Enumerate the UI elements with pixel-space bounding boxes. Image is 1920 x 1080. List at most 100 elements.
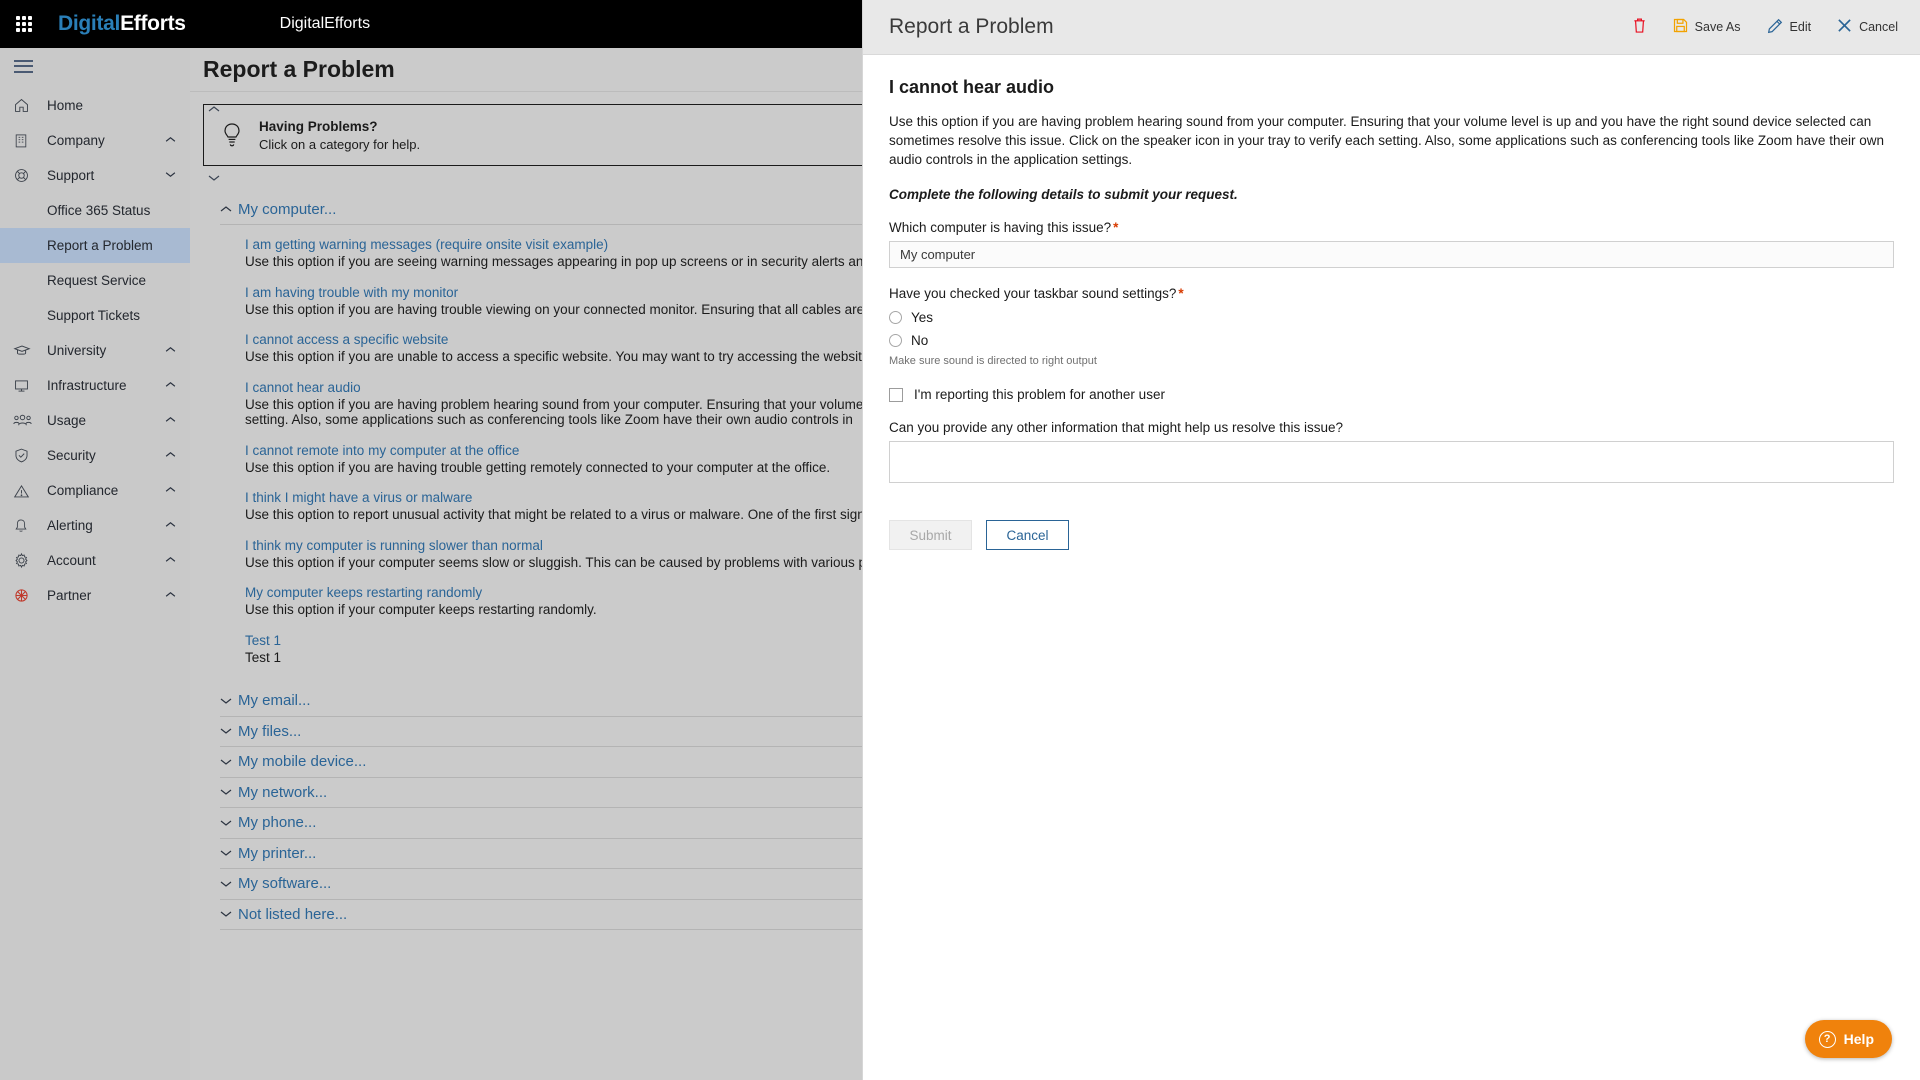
issue-description: Use this option if you are having proble… [889,114,1884,167]
chevron-up-icon [165,135,176,146]
sidebar-item-partner[interactable]: Partner [0,578,190,613]
chevron-up-icon [165,415,176,426]
delete-button[interactable] [1632,12,1647,42]
category-label: My network... [238,783,328,801]
category-label: My computer... [238,200,337,218]
sidebar-item-home[interactable]: Home [0,88,190,123]
radio-option-yes[interactable]: Yes [889,307,1894,327]
people-icon [13,411,37,431]
radio-circle-icon [889,333,902,347]
taskbar-sound-field-group: Have you checked your taskbar sound sett… [889,286,1894,367]
chevron-down-icon [220,846,238,860]
cancel-button[interactable]: Cancel [1837,12,1898,42]
drawer-header: Report a Problem Save As Edit Cancel [863,0,1920,55]
sidebar-item-usage[interactable]: Usage [0,403,190,438]
drawer-body: I cannot hear audio Use this option if y… [863,55,1920,550]
chevron-down-icon [220,755,238,769]
category-collapse-arrows [208,102,226,240]
sidebar-subitem-label: Support Tickets [47,308,141,323]
category-label: My software... [238,875,332,893]
sidebar-item-label: Home [47,98,84,113]
gear-icon [13,551,37,571]
help-button[interactable]: ? Help [1804,1020,1892,1058]
chevron-down-icon [220,907,238,921]
chevron-down-icon [220,694,238,708]
app-grid-icon[interactable] [0,0,48,48]
save-as-button[interactable]: Save As [1673,12,1741,42]
brand-logo[interactable]: DigitalEfforts [58,12,186,36]
chevron-up-icon [165,380,176,391]
close-x-icon [1837,18,1852,36]
sidebar: Home Company Support Office 365 Status R… [0,48,190,1080]
taskbar-sound-label: Have you checked your taskbar sound sett… [889,286,1894,301]
trash-icon [1632,17,1647,37]
form-cancel-button[interactable]: Cancel [986,520,1069,550]
chevron-up-icon [165,345,176,356]
sidebar-subitem-label: Request Service [47,273,147,288]
sidebar-item-company[interactable]: Company [0,123,190,158]
sidebar-item-university[interactable]: University [0,333,190,368]
radio-circle-icon [889,310,902,324]
sidebar-item-compliance[interactable]: Compliance [0,473,190,508]
another-user-checkbox-row[interactable]: I'm reporting this problem for another u… [889,387,1894,402]
sidebar-item-account[interactable]: Account [0,543,190,578]
sidebar-item-request-service[interactable]: Request Service [0,263,190,298]
form-button-row: Submit Cancel [889,520,1894,550]
hamburger-icon[interactable] [0,48,190,88]
sidebar-item-infrastructure[interactable]: Infrastructure [0,368,190,403]
radio-option-no[interactable]: No [889,330,1894,350]
category-label: My email... [238,692,311,710]
computer-field-group: Which computer is having this issue? * [889,220,1894,268]
app-name-label: DigitalEfforts [279,15,371,32]
sidebar-item-label: Usage [47,413,87,428]
chevron-down-icon [220,724,238,738]
chevron-down-icon [165,170,176,181]
question-circle-icon: ? [1818,1030,1836,1048]
submit-button[interactable]: Submit [889,520,972,550]
sidebar-item-label: Security [47,448,96,463]
brand-logo-first: Digital [58,12,121,35]
hint-title: Having Problems? [259,118,378,134]
category-label: My phone... [238,814,317,832]
chevron-down-icon [220,816,238,830]
chevron-down-icon[interactable] [208,171,226,185]
another-user-label: I'm reporting this problem for another u… [914,387,1165,402]
monitor-icon [13,376,37,396]
computer-label-text: Which computer is having this issue? [889,220,1112,235]
category-label: Not listed here... [238,905,348,923]
computer-field-label: Which computer is having this issue? * [889,220,1894,235]
sidebar-item-support[interactable]: Support [0,158,190,193]
other-info-label: Can you provide any other information th… [889,420,1343,435]
sidebar-item-alerting[interactable]: Alerting [0,508,190,543]
pencil-icon [1767,18,1783,37]
sidebar-item-label: Company [47,133,105,148]
edit-button[interactable]: Edit [1767,12,1812,42]
help-label: Help [1843,1031,1874,1047]
partner-icon [13,586,37,606]
sidebar-item-security[interactable]: Security [0,438,190,473]
sidebar-item-label: Account [47,553,96,568]
drawer-title: Report a Problem [889,15,1054,38]
chevron-up-icon [165,590,176,601]
sidebar-item-label: Partner [47,588,92,603]
hint-subtitle: Click on a category for help. [259,136,421,152]
sidebar-item-office-365-status[interactable]: Office 365 Status [0,193,190,228]
helper-text: Make sure sound is directed to right out… [889,355,1097,367]
chevron-up-icon [165,450,176,461]
sidebar-item-report-a-problem[interactable]: Report a Problem [0,228,190,263]
chevron-up-icon[interactable] [208,102,226,116]
taskbar-label-text: Have you checked your taskbar sound sett… [889,286,1177,301]
checkbox-icon [889,387,903,402]
chevron-up-icon [165,485,176,496]
floppy-disk-icon [1673,18,1688,36]
issue-instruction: Complete the following details to submit… [889,187,1238,202]
sidebar-item-label: University [47,343,107,358]
report-problem-drawer: Report a Problem Save As Edit Cancel I c… [862,0,1920,1080]
computer-input[interactable] [889,241,1894,268]
category-label: My mobile device... [238,753,367,771]
shield-check-icon [13,446,37,466]
other-info-textarea[interactable] [889,441,1894,483]
sidebar-item-support-tickets[interactable]: Support Tickets [0,298,190,333]
radio-no-label: No [911,332,929,348]
edit-label: Edit [1789,20,1812,34]
